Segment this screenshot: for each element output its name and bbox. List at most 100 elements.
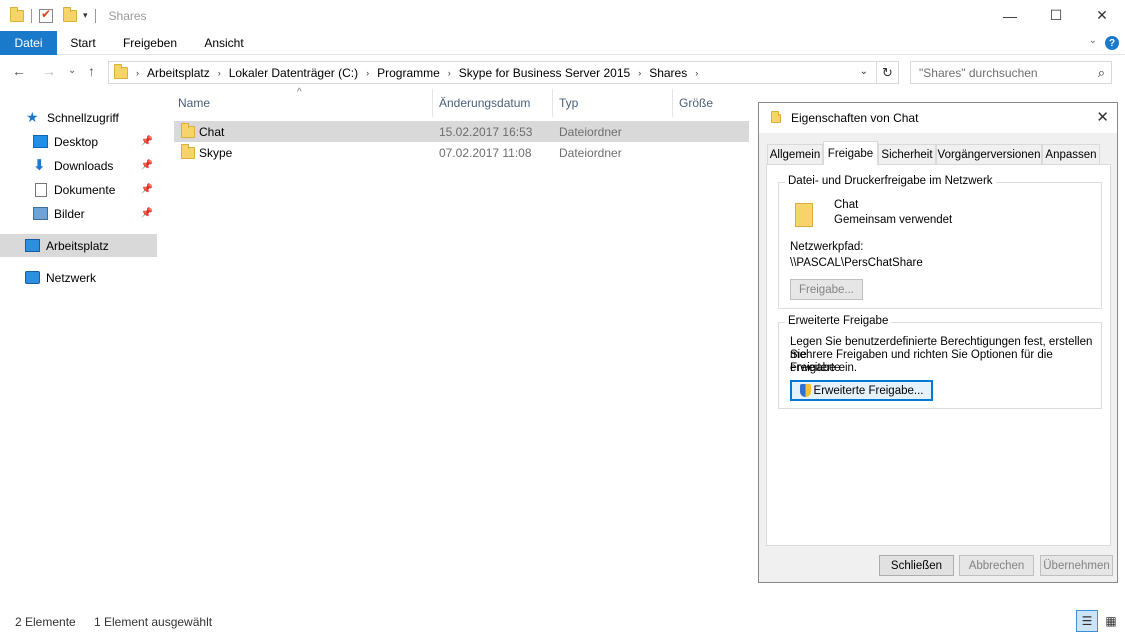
- close-dialog-button[interactable]: Schließen: [879, 555, 954, 576]
- computer-icon: [25, 239, 40, 252]
- advanced-sharing-group: Erweiterte Freigabe Legen Sie benutzerde…: [778, 315, 1102, 409]
- forward-icon[interactable]: →: [42, 63, 56, 79]
- expand-ribbon-icon[interactable]: ⌄: [1089, 35, 1097, 46]
- address-dropdown-icon[interactable]: ⌄: [860, 66, 868, 77]
- advanced-sharing-button[interactable]: Erweiterte Freigabe...: [790, 380, 933, 401]
- folder-icon: [10, 6, 24, 22]
- navigation-pane: ★ Schnellzugriff Desktop 📌 ⬇ Downloads 📌…: [0, 89, 160, 601]
- dialog-close-button[interactable]: ✕: [1096, 108, 1109, 126]
- breadcrumb-lokaler-datentraeger[interactable]: Lokaler Datenträger (C:): [229, 66, 358, 80]
- folder-icon: [181, 142, 195, 163]
- sidebar-item-netzwerk[interactable]: Netzwerk: [0, 266, 157, 289]
- breadcrumb-skype-server[interactable]: Skype for Business Server 2015: [459, 66, 630, 80]
- column-header-name[interactable]: Name: [172, 89, 433, 117]
- uac-shield-icon: [799, 384, 811, 397]
- sidebar-item-label: Downloads: [54, 158, 114, 173]
- minimize-button[interactable]: —: [987, 0, 1033, 31]
- search-box[interactable]: ⌕: [910, 61, 1112, 84]
- column-header-type[interactable]: Typ: [553, 89, 673, 117]
- file-type: Dateiordner: [559, 124, 622, 139]
- sidebar-item-label: Schnellzugriff: [47, 110, 119, 125]
- dialog-title: Eigenschaften von Chat: [791, 111, 919, 125]
- table-row[interactable]: Skype 07.02.2017 11:08 Dateiordner: [174, 142, 749, 163]
- file-list: ^ Name Änderungsdatum Typ Größe Chat 15.…: [160, 87, 760, 601]
- breadcrumb-arbeitsplatz[interactable]: Arbeitsplatz: [147, 66, 210, 80]
- pictures-icon: [33, 207, 48, 220]
- share-folder-name: Chat: [834, 199, 859, 211]
- up-icon[interactable]: ↑: [88, 63, 95, 79]
- table-row[interactable]: Chat 15.02.2017 16:53 Dateiordner: [174, 121, 749, 142]
- sidebar-item-label: Bilder: [54, 206, 85, 221]
- tab-start[interactable]: Start: [60, 31, 106, 55]
- group-title: Erweiterte Freigabe: [785, 315, 892, 327]
- share-button[interactable]: Freigabe...: [790, 279, 863, 300]
- navigation-bar: ← → ⌄ ↑ › Arbeitsplatz › Lokaler Datentr…: [0, 55, 1125, 89]
- search-input[interactable]: [919, 65, 1089, 80]
- maximize-button[interactable]: ☐: [1033, 0, 1079, 31]
- folder-icon: [795, 203, 813, 227]
- tab-freigeben[interactable]: Freigeben: [114, 31, 186, 55]
- chevron-right-icon[interactable]: ›: [448, 68, 451, 78]
- file-name[interactable]: Chat: [199, 121, 224, 142]
- apply-button[interactable]: Übernehmen: [1040, 555, 1113, 576]
- button-label: Erweiterte Freigabe...: [813, 384, 924, 397]
- file-type: Dateiordner: [559, 145, 622, 160]
- pin-icon[interactable]: 📌: [141, 184, 153, 195]
- pin-icon[interactable]: 📌: [141, 136, 153, 147]
- search-icon[interactable]: ⌕: [1098, 65, 1105, 81]
- tab-freigabe[interactable]: Freigabe: [823, 141, 878, 165]
- tab-sicherheit[interactable]: Sicherheit: [878, 144, 936, 164]
- window-title: Shares: [108, 8, 147, 23]
- quick-access-toolbar: ▾ Shares: [0, 0, 147, 31]
- file-name[interactable]: Skype: [199, 142, 232, 163]
- new-folder-icon[interactable]: [63, 6, 77, 22]
- sidebar-item-schnellzugriff[interactable]: ★ Schnellzugriff: [0, 106, 157, 129]
- chevron-right-icon[interactable]: ›: [366, 68, 369, 78]
- sidebar-item-label: Netzwerk: [46, 270, 97, 285]
- documents-icon: [35, 182, 47, 197]
- sidebar-item-bilder[interactable]: Bilder 📌: [0, 202, 157, 225]
- selection-count: 1 Element ausgewählt: [94, 615, 213, 629]
- customize-toolbar-icon[interactable]: ▾: [83, 10, 88, 21]
- title-bar: ▾ Shares — ☐ ✕: [0, 0, 1125, 31]
- breadcrumb-shares[interactable]: Shares: [649, 66, 687, 80]
- properties-icon[interactable]: [39, 7, 53, 23]
- star-icon: ★: [26, 109, 39, 125]
- close-button[interactable]: ✕: [1079, 0, 1125, 31]
- details-view-icon[interactable]: ☰: [1076, 610, 1098, 632]
- tab-anpassen[interactable]: Anpassen: [1042, 144, 1100, 164]
- refresh-icon[interactable]: ↻: [876, 62, 898, 83]
- pin-icon[interactable]: 📌: [141, 208, 153, 219]
- desktop-icon: [33, 135, 48, 148]
- tab-datei[interactable]: Datei: [0, 31, 57, 55]
- sidebar-item-arbeitsplatz[interactable]: Arbeitsplatz: [0, 234, 157, 257]
- cancel-button[interactable]: Abbrechen: [959, 555, 1034, 576]
- sidebar-item-label: Arbeitsplatz: [46, 238, 109, 253]
- folder-icon: [114, 63, 128, 79]
- sidebar-item-dokumente[interactable]: Dokumente 📌: [0, 178, 157, 201]
- chevron-right-icon[interactable]: ›: [136, 68, 139, 78]
- recent-locations-icon[interactable]: ⌄: [68, 65, 76, 76]
- large-icons-view-icon[interactable]: ▦: [1100, 610, 1122, 632]
- back-icon[interactable]: ←: [12, 63, 26, 79]
- chevron-right-icon[interactable]: ›: [218, 68, 221, 78]
- breadcrumb-programme[interactable]: Programme: [377, 66, 440, 80]
- tab-vorgaengerversionen[interactable]: Vorgängerversionen: [936, 144, 1042, 164]
- tab-allgemein[interactable]: Allgemein: [767, 144, 823, 164]
- toolbar-separator: [31, 8, 32, 23]
- chevron-right-icon[interactable]: ›: [638, 68, 641, 78]
- file-modified: 07.02.2017 11:08: [439, 145, 532, 160]
- network-path-label: Netzwerkpfad:: [790, 241, 864, 253]
- sidebar-item-desktop[interactable]: Desktop 📌: [0, 130, 157, 153]
- column-header-modified[interactable]: Änderungsdatum: [433, 89, 553, 117]
- chevron-right-icon[interactable]: ›: [695, 68, 698, 78]
- column-header-size[interactable]: Größe: [673, 89, 753, 117]
- share-status: Gemeinsam verwendet: [834, 214, 953, 226]
- address-bar[interactable]: › Arbeitsplatz › Lokaler Datenträger (C:…: [108, 61, 899, 84]
- pin-icon[interactable]: 📌: [141, 160, 153, 171]
- tab-ansicht[interactable]: Ansicht: [194, 31, 254, 55]
- file-modified: 15.02.2017 16:53: [439, 124, 533, 139]
- help-icon[interactable]: ?: [1105, 36, 1119, 50]
- sidebar-item-downloads[interactable]: ⬇ Downloads 📌: [0, 154, 157, 177]
- toolbar-separator: [94, 8, 96, 23]
